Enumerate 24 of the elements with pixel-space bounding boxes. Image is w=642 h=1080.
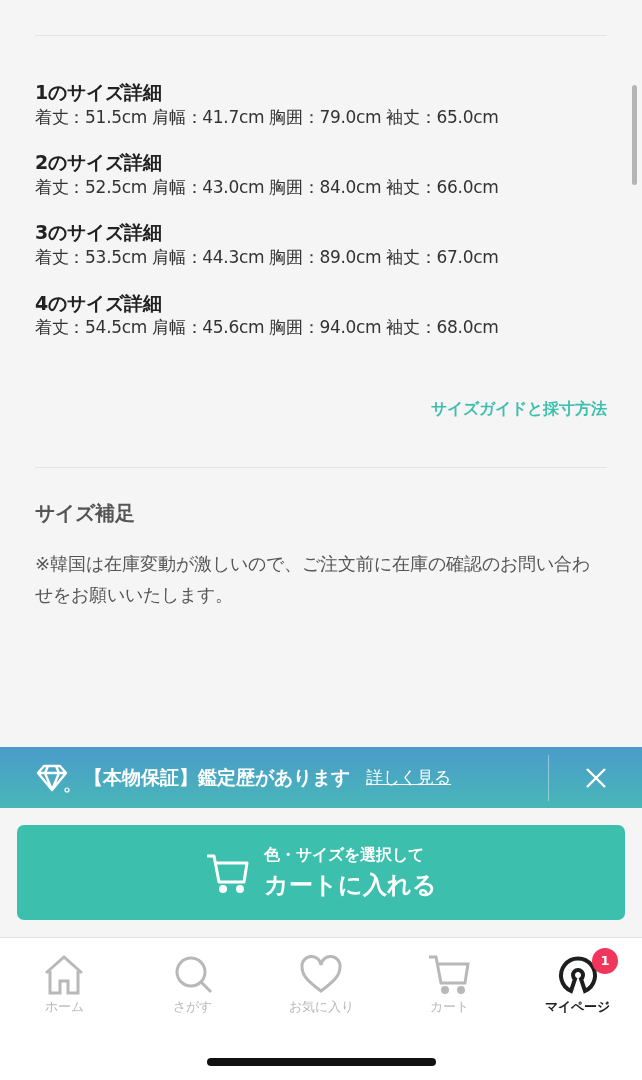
size-measurements: 着丈：54.5cm 肩幅：45.6cm 胸囲：94.0cm 袖丈：68.0cm	[35, 316, 500, 340]
details-link[interactable]: 詳しく見る	[366, 764, 451, 791]
cart-subtitle: 色・サイズを選択して	[263, 843, 425, 866]
size-detail-title: 2のサイズ詳細	[35, 150, 164, 175]
tab-item[interactable]: お気に入り	[256, 952, 386, 1022]
size-detail-title: 3のサイズ詳細	[35, 220, 164, 246]
cart-icon	[427, 953, 472, 995]
size-detail-title: 4のサイズ詳細	[35, 290, 164, 316]
diamond-icon	[36, 762, 70, 793]
size-measurements: 着丈：52.5cm 肩幅：43.0cm 胸囲：84.0cm 袖丈：66.0cm	[35, 175, 500, 199]
notification-badge: 1	[592, 948, 619, 974]
supplement-heading: サイズ補足	[35, 499, 136, 527]
size-measurements: 着丈：51.5cm 肩幅：41.7cm 胸囲：79.0cm 袖丈：65.0cm	[35, 105, 500, 129]
supplement-text: ※韓国は在庫変動が激しいので、ご注文前に在庫の確認のお問い合わせをお願いいたします。	[35, 551, 592, 608]
add-to-cart-button[interactable]: 色・サイズを選択して カートに入れる	[17, 825, 625, 920]
cart-label: カートに入れる	[263, 869, 437, 901]
size-measurements: 着丈：53.5cm 肩幅：44.3cm 胸囲：89.0cm 袖丈：67.0cm	[35, 246, 500, 270]
close-icon	[584, 766, 607, 789]
size-guide-link[interactable]: サイズガイドと採寸方法	[431, 398, 607, 418]
size-detail-title: 1のサイズ詳細	[35, 80, 164, 105]
cart-icon	[205, 852, 250, 893]
tab-item[interactable]: さがす	[128, 952, 257, 1022]
banner-text: 【本物保証】鑑定歴があります	[84, 765, 350, 791]
heart-icon	[299, 953, 343, 995]
